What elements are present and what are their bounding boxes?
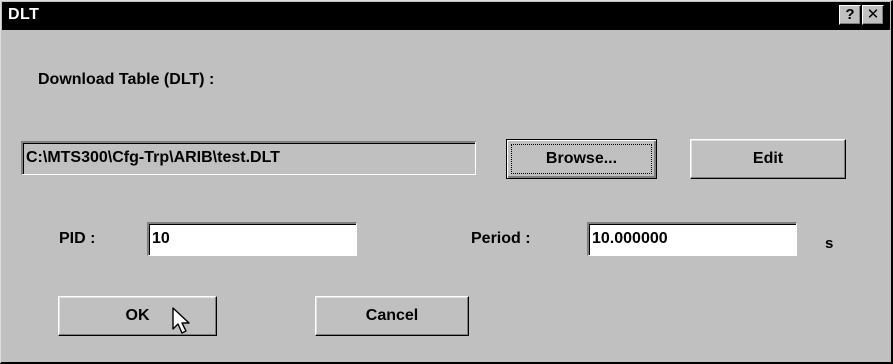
download-table-label: Download Table (DLT) : bbox=[38, 71, 215, 88]
dlt-dialog: DLT ? ✕ Download Table (DLT) : C:\MTS300… bbox=[0, 0, 893, 364]
period-input[interactable]: 10.000000 bbox=[587, 222, 797, 256]
ok-button[interactable]: OK bbox=[58, 296, 217, 336]
cancel-button[interactable]: Cancel bbox=[315, 296, 469, 336]
mouse-pointer-icon bbox=[172, 307, 190, 334]
period-label: Period : bbox=[471, 230, 531, 247]
edit-button[interactable]: Edit bbox=[690, 139, 846, 179]
ok-button-label: OK bbox=[125, 307, 150, 324]
dlt-path-field[interactable]: C:\MTS300\Cfg-Trp\ARIB\test.DLT bbox=[21, 141, 476, 175]
title-bar[interactable]: DLT ? ✕ bbox=[2, 2, 890, 30]
help-icon[interactable]: ? bbox=[839, 5, 861, 25]
period-unit: s bbox=[825, 235, 834, 252]
pid-input[interactable]: 10 bbox=[147, 222, 357, 256]
edit-button-label: Edit bbox=[752, 150, 784, 167]
browse-button[interactable]: Browse... bbox=[506, 139, 657, 179]
close-icon[interactable]: ✕ bbox=[862, 5, 884, 25]
window-title: DLT bbox=[8, 6, 40, 23]
cancel-button-label: Cancel bbox=[365, 307, 419, 324]
pid-label: PID : bbox=[59, 230, 96, 247]
focus-indicator bbox=[511, 144, 652, 174]
